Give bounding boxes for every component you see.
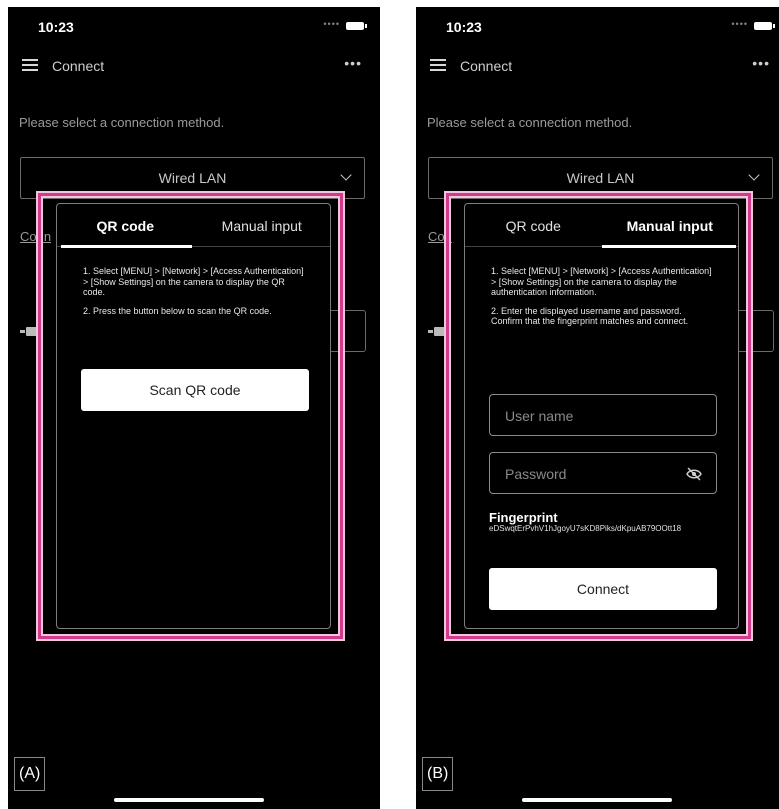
signal-icon: •••• — [731, 19, 748, 29]
menu-icon[interactable] — [430, 59, 446, 71]
signal-icon: •••• — [323, 19, 340, 29]
battery-icon — [346, 22, 367, 30]
instruction-step-1: 1. Select [MENU] > [Network] > [Access A… — [491, 266, 712, 297]
connection-sheet: QR code Manual input 1. Select [MENU] > … — [464, 203, 739, 629]
screen-a: 10:23 •••• Connect ••• Please select a c… — [8, 7, 380, 809]
nav-title: Connect — [52, 58, 105, 74]
more-icon[interactable]: ••• — [752, 55, 770, 71]
home-indicator — [114, 798, 264, 802]
instructions: 1. Select [MENU] > [Network] > [Access A… — [491, 266, 712, 335]
connect-button[interactable]: Connect — [489, 568, 717, 610]
password-field[interactable]: Password — [489, 452, 717, 494]
screen-b: 10:23 •••• Connect ••• Please select a c… — [416, 7, 779, 809]
instruction-step-2: 2. Press the button below to scan the QR… — [83, 305, 272, 316]
more-icon[interactable]: ••• — [344, 55, 362, 71]
connection-sheet: QR code Manual input 1. Select [MENU] > … — [56, 203, 331, 629]
username-field[interactable]: User name — [489, 394, 717, 436]
battery-icon — [754, 22, 775, 30]
tab-bar: QR code Manual input — [465, 204, 739, 248]
tab-manual-input[interactable]: Manual input — [602, 218, 739, 234]
instruction-step-2: 2. Enter the displayed username and pass… — [491, 305, 689, 327]
fingerprint-value: eDSwqtErPvhV1hJgoyU7sKD8Piks/dKpuAB79OOt… — [489, 524, 682, 533]
instruction-step-1: 1. Select [MENU] > [Network] > [Access A… — [83, 266, 304, 297]
tab-qr-code[interactable]: QR code — [57, 218, 194, 234]
scan-qr-code-button[interactable]: Scan QR code — [81, 369, 309, 411]
password-placeholder: Password — [505, 466, 567, 482]
tab-bar: QR code Manual input — [57, 204, 331, 248]
nav-title: Connect — [460, 58, 513, 74]
connection-method-value: Wired LAN — [158, 170, 227, 186]
fingerprint-label: Fingerprint — [489, 510, 558, 525]
tab-qr-code[interactable]: QR code — [465, 218, 602, 234]
connection-prompt: Please select a connection method. — [19, 115, 225, 130]
tab-manual-input[interactable]: Manual input — [194, 218, 331, 234]
eye-off-icon[interactable] — [686, 467, 702, 481]
connection-method-value: Wired LAN — [566, 170, 635, 186]
status-time: 10:23 — [446, 19, 482, 35]
instructions: 1. Select [MENU] > [Network] > [Access A… — [83, 266, 304, 324]
screen-label: (B) — [422, 757, 454, 791]
status-time: 10:23 — [38, 19, 74, 35]
active-tab-indicator — [602, 245, 736, 248]
username-placeholder: User name — [505, 408, 574, 424]
home-indicator — [522, 798, 672, 802]
connection-prompt: Please select a connection method. — [427, 115, 633, 130]
active-tab-indicator — [61, 245, 192, 248]
screen-label: (A) — [14, 757, 46, 791]
menu-icon[interactable] — [22, 59, 38, 71]
